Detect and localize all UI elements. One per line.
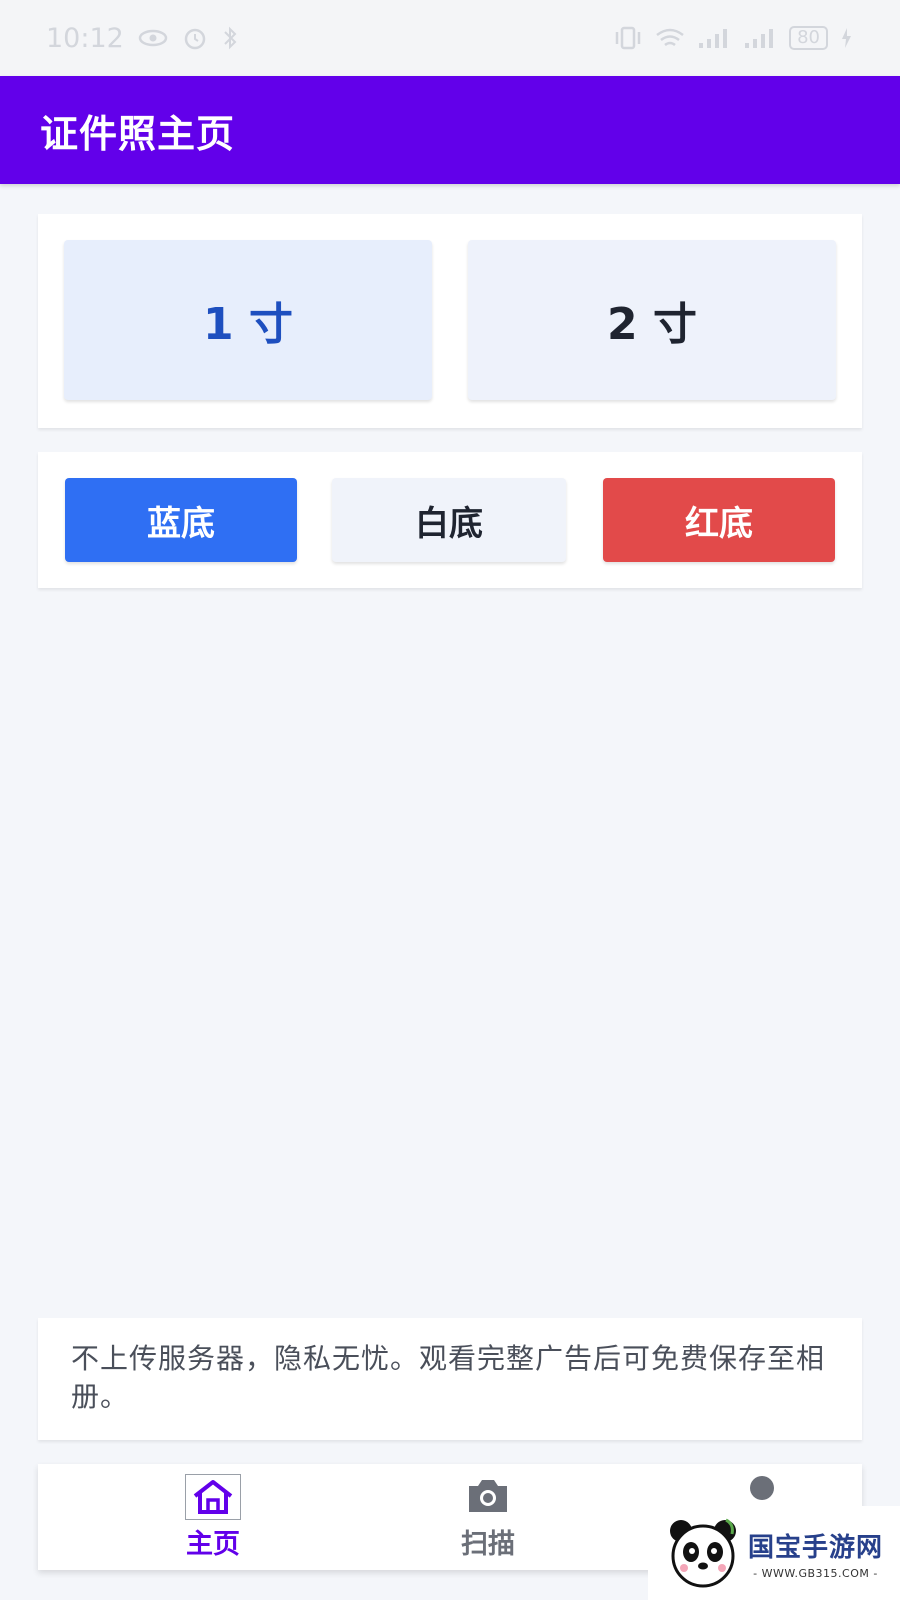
eye-icon bbox=[138, 28, 168, 48]
camera-icon bbox=[463, 1474, 513, 1520]
nav-item-home[interactable]: 主页 bbox=[113, 1474, 313, 1561]
signal-icon bbox=[743, 27, 777, 49]
charging-icon bbox=[840, 27, 852, 49]
bluetooth-icon bbox=[222, 25, 238, 51]
person-icon bbox=[742, 1474, 782, 1508]
alarm-icon bbox=[182, 25, 208, 51]
size-1-inch-button[interactable]: 1 寸 bbox=[64, 240, 432, 400]
vibrate-icon bbox=[613, 26, 643, 50]
nav-label-scan: 扫描 bbox=[461, 1529, 515, 1560]
battery-level: 80 bbox=[789, 26, 828, 50]
site-watermark: 国宝手游网 - WWW.GB315.COM - bbox=[648, 1506, 900, 1600]
nav-item-profile[interactable] bbox=[662, 1474, 862, 1510]
blue-background-button[interactable]: 蓝底 bbox=[65, 478, 297, 562]
watermark-brand: 国宝手游网 bbox=[748, 1532, 884, 1563]
size-selector-card: 1 寸 2 寸 bbox=[38, 214, 862, 428]
nav-label-home: 主页 bbox=[186, 1529, 240, 1560]
privacy-notice-card: 不上传服务器，隐私无忧。观看完整广告后可免费保存至相册。 bbox=[38, 1318, 862, 1440]
size-2-inch-button[interactable]: 2 寸 bbox=[468, 240, 836, 400]
red-background-button[interactable]: 红底 bbox=[603, 478, 835, 562]
wifi-icon bbox=[655, 27, 685, 49]
signal-icon bbox=[697, 27, 731, 49]
status-left: 10:12 bbox=[46, 23, 238, 54]
status-time: 10:12 bbox=[46, 22, 124, 54]
page-title: 证件照主页 bbox=[40, 111, 236, 156]
status-right: 80 bbox=[613, 26, 852, 50]
panda-logo-icon bbox=[666, 1516, 740, 1590]
nav-item-scan[interactable]: 扫描 bbox=[388, 1474, 588, 1561]
status-bar: 10:12 80 bbox=[0, 0, 900, 76]
watermark-text: 国宝手游网 - WWW.GB315.COM - bbox=[748, 1527, 883, 1580]
app-bar: 证件照主页 bbox=[0, 76, 900, 184]
home-icon bbox=[185, 1474, 241, 1520]
watermark-url: - WWW.GB315.COM - bbox=[753, 1566, 878, 1580]
privacy-notice-text: 不上传服务器，隐私无忧。观看完整广告后可免费保存至相册。 bbox=[71, 1342, 826, 1413]
background-selector-card: 蓝底 白底 红底 bbox=[38, 452, 862, 588]
white-background-button[interactable]: 白底 bbox=[332, 478, 566, 562]
